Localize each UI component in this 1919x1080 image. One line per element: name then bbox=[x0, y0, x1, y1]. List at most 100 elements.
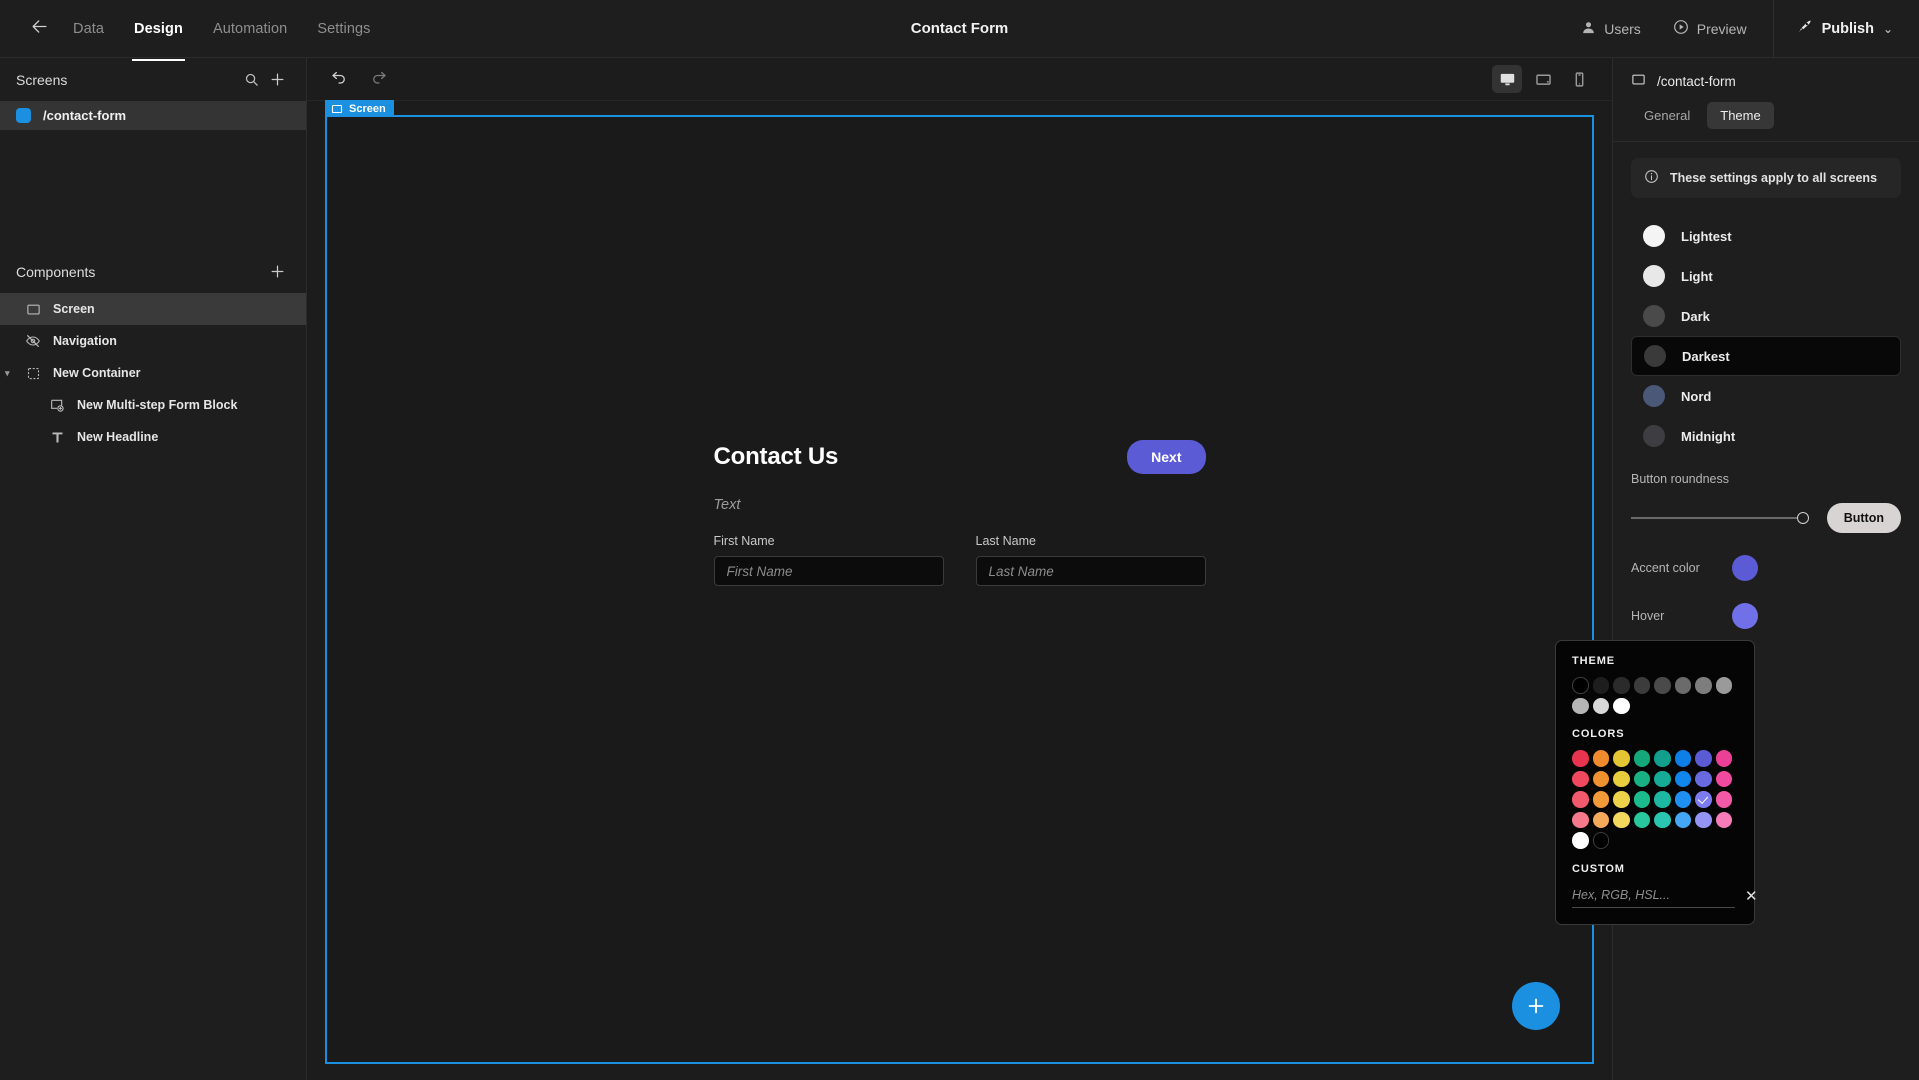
color-swatch-5[interactable] bbox=[1674, 750, 1691, 767]
mobile-icon[interactable] bbox=[1564, 65, 1594, 93]
component-item-new-multi-step-form-block[interactable]: New Multi-step Form Block bbox=[0, 389, 306, 421]
hover-color-swatch[interactable] bbox=[1732, 603, 1758, 629]
tab-theme[interactable]: Theme bbox=[1707, 102, 1774, 129]
color-swatch-9[interactable] bbox=[1592, 770, 1609, 787]
theme-swatch-10[interactable] bbox=[1613, 697, 1630, 714]
color-swatch-17[interactable] bbox=[1592, 791, 1609, 808]
theme-option-nord[interactable]: Nord bbox=[1631, 376, 1901, 416]
color-swatch-white[interactable] bbox=[1572, 832, 1589, 849]
last-name-input[interactable] bbox=[975, 556, 1206, 586]
color-swatch-4[interactable] bbox=[1654, 750, 1671, 767]
screens-title: Screens bbox=[16, 71, 68, 88]
color-swatch-13[interactable] bbox=[1674, 770, 1691, 787]
theme-swatch-6[interactable] bbox=[1695, 677, 1712, 694]
color-swatch-12[interactable] bbox=[1654, 770, 1671, 787]
color-swatch-31[interactable] bbox=[1715, 811, 1732, 828]
component-item-new-container[interactable]: ▾ New Container bbox=[0, 357, 306, 389]
color-picker-custom-section: CUSTOM ✕ bbox=[1572, 863, 1758, 908]
color-swatch-black[interactable] bbox=[1592, 832, 1609, 849]
color-swatch-24[interactable] bbox=[1572, 811, 1589, 828]
theme-swatch bbox=[1644, 345, 1666, 367]
theme-swatch-0[interactable] bbox=[1572, 677, 1589, 694]
artboard-label[interactable]: Screen bbox=[325, 100, 394, 117]
color-swatch-10[interactable] bbox=[1613, 770, 1630, 787]
color-swatch-0[interactable] bbox=[1572, 750, 1589, 767]
theme-option-midnight[interactable]: Midnight bbox=[1631, 416, 1901, 456]
next-button[interactable]: Next bbox=[1127, 440, 1206, 474]
back-button[interactable] bbox=[22, 12, 56, 46]
color-swatch-28[interactable] bbox=[1654, 811, 1671, 828]
color-swatch-8[interactable] bbox=[1572, 770, 1589, 787]
component-item-navigation[interactable]: Navigation bbox=[0, 325, 306, 357]
users-button[interactable]: Users bbox=[1565, 0, 1657, 57]
add-screen-icon[interactable] bbox=[264, 67, 290, 93]
accent-color-swatch[interactable] bbox=[1732, 555, 1758, 581]
theme-swatch-2[interactable] bbox=[1613, 677, 1630, 694]
theme-option-lightest[interactable]: Lightest bbox=[1631, 216, 1901, 256]
button-preview[interactable]: Button bbox=[1826, 503, 1901, 533]
tab-design[interactable]: Design bbox=[121, 15, 196, 61]
component-item-label: New Headline bbox=[77, 430, 159, 444]
component-item-label: Navigation bbox=[53, 334, 117, 348]
component-item-new-headline[interactable]: New Headline bbox=[0, 421, 306, 453]
color-swatch-30[interactable] bbox=[1695, 811, 1712, 828]
color-swatch-1[interactable] bbox=[1592, 750, 1609, 767]
custom-color-input[interactable] bbox=[1572, 884, 1735, 908]
theme-label: Nord bbox=[1681, 388, 1712, 404]
color-swatch-19[interactable] bbox=[1633, 791, 1650, 808]
theme-swatch-4[interactable] bbox=[1654, 677, 1671, 694]
tablet-icon[interactable] bbox=[1528, 65, 1558, 93]
desktop-icon[interactable] bbox=[1492, 65, 1522, 93]
color-swatch-22-selected[interactable] bbox=[1695, 791, 1712, 808]
chevron-down-icon[interactable]: ▾ bbox=[5, 368, 10, 379]
color-swatch-27[interactable] bbox=[1633, 811, 1650, 828]
color-swatch-20[interactable] bbox=[1654, 791, 1671, 808]
theme-swatch-7[interactable] bbox=[1715, 677, 1732, 694]
theme-swatch-1[interactable] bbox=[1592, 677, 1609, 694]
add-component-icon[interactable] bbox=[264, 259, 290, 285]
close-icon[interactable]: ✕ bbox=[1743, 887, 1760, 905]
color-swatch-11[interactable] bbox=[1633, 770, 1650, 787]
add-element-fab[interactable] bbox=[1512, 982, 1560, 1030]
color-swatch-7[interactable] bbox=[1715, 750, 1732, 767]
color-swatch-23[interactable] bbox=[1715, 791, 1732, 808]
color-swatch-2[interactable] bbox=[1613, 750, 1630, 767]
color-swatch-3[interactable] bbox=[1633, 750, 1650, 767]
tab-data[interactable]: Data bbox=[60, 15, 117, 43]
color-swatch-25[interactable] bbox=[1592, 811, 1609, 828]
theme-swatch-9[interactable] bbox=[1592, 697, 1609, 714]
roundness-slider[interactable] bbox=[1631, 511, 1809, 525]
theme-swatch-8[interactable] bbox=[1572, 697, 1589, 714]
theme-option-light[interactable]: Light bbox=[1631, 256, 1901, 296]
color-swatch-26[interactable] bbox=[1613, 811, 1630, 828]
color-swatch-16[interactable] bbox=[1572, 791, 1589, 808]
toolbar-divider bbox=[1772, 0, 1774, 58]
color-swatch-21[interactable] bbox=[1674, 791, 1691, 808]
screen-item-contact-form[interactable]: /contact-form bbox=[0, 101, 306, 130]
theme-option-darkest[interactable]: Darkest bbox=[1631, 336, 1901, 376]
theme-swatch-3[interactable] bbox=[1633, 677, 1650, 694]
first-name-input[interactable] bbox=[713, 556, 944, 586]
tab-automation[interactable]: Automation bbox=[200, 15, 300, 43]
color-picker-popup[interactable]: THEME COLORS CUSTOM Hex, RGB, HSL... ✕ bbox=[1555, 640, 1758, 925]
artboard[interactable]: Screen Contact Us Next Text First Name F… bbox=[325, 100, 1594, 1064]
undo-button[interactable] bbox=[325, 65, 353, 93]
color-swatch-14[interactable] bbox=[1695, 770, 1712, 787]
color-swatch-18[interactable] bbox=[1613, 791, 1630, 808]
tab-settings[interactable]: Settings bbox=[304, 15, 383, 43]
theme-swatch-5[interactable] bbox=[1674, 677, 1691, 694]
preview-button[interactable]: Preview bbox=[1657, 0, 1763, 57]
component-item-screen[interactable]: Screen bbox=[0, 293, 306, 325]
redo-button[interactable] bbox=[365, 65, 393, 93]
slider-knob[interactable] bbox=[1796, 512, 1809, 524]
chevron-down-icon[interactable]: ⌄ bbox=[1883, 22, 1893, 36]
search-icon[interactable] bbox=[238, 67, 264, 93]
color-swatch-6[interactable] bbox=[1695, 750, 1712, 767]
canvas-area[interactable]: Screen Contact Us Next Text First Name F… bbox=[307, 100, 1612, 1080]
color-swatch-29[interactable] bbox=[1674, 811, 1691, 828]
component-item-label: New Container bbox=[53, 366, 141, 380]
tab-general[interactable]: General bbox=[1631, 102, 1703, 129]
publish-button[interactable]: Publish ⌄ bbox=[1780, 0, 1919, 57]
theme-option-dark[interactable]: Dark bbox=[1631, 296, 1901, 336]
color-swatch-15[interactable] bbox=[1715, 770, 1732, 787]
